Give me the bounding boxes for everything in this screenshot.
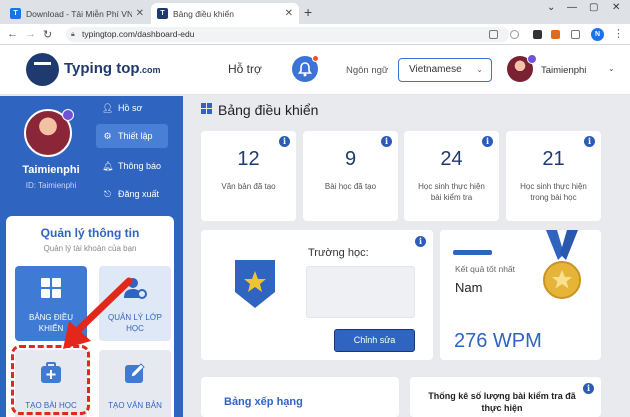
forward-icon[interactable]: →: [25, 28, 36, 40]
info-icon[interactable]: i: [279, 136, 290, 147]
stat-label: Học sinh thực hiện: [520, 182, 587, 191]
stat-value: 12: [237, 148, 260, 170]
logo-icon[interactable]: [26, 53, 59, 86]
user-avatar[interactable]: [507, 54, 537, 82]
site-favicon-icon: T: [10, 8, 21, 19]
gold-medal-icon: [543, 230, 581, 299]
edit-text-icon: [125, 363, 145, 383]
reload-icon[interactable]: ↻: [43, 28, 52, 41]
extension-icon[interactable]: [533, 30, 542, 39]
url-text: typingtop.com/dashboard-edu: [82, 29, 195, 39]
profile-id: ID: Taimienphi: [25, 181, 77, 190]
bell-icon: 🔔︎: [102, 160, 114, 171]
stat-label: Học sinh thực hiện: [418, 182, 485, 191]
tile-label: TẠO VĂN BẢN: [108, 401, 162, 410]
back-icon[interactable]: ←: [7, 28, 18, 40]
stat-label: Bài học đã tạo: [324, 182, 377, 191]
help-link[interactable]: Hỗ trợ: [228, 62, 262, 76]
sidebar-item-notifications[interactable]: 🔔︎ Thông báo: [96, 154, 168, 178]
management-title: Quản lý thông tin: [40, 226, 140, 240]
profile-avatar: [24, 109, 74, 157]
browser-tab-strip: T Download - Tải Miễn Phí VN - Ph ✕ T Bả…: [0, 0, 630, 24]
stat-value: 21: [542, 148, 565, 170]
minimize-icon[interactable]: —: [567, 2, 577, 13]
edit-school-button[interactable]: Chỉnh sửa: [334, 329, 415, 352]
tests-stats-title: Thống kê số lượng bài kiểm tra đã thực h…: [428, 391, 576, 413]
best-result-wpm: 276 WPM: [454, 330, 542, 352]
url-input[interactable]: 🔒︎ typingtop.com/dashboard-edu: [66, 27, 509, 42]
address-bar: ← → ↻ 🔒︎ typingtop.com/dashboard-edu N ⋮: [0, 24, 630, 45]
management-subtitle: Quản lý tài khoản của bạn: [43, 244, 137, 253]
stat-label: bài kiểm tra: [430, 193, 473, 202]
extension-icon[interactable]: [551, 30, 560, 39]
verified-badge-icon: [527, 54, 537, 64]
logo-text[interactable]: Typing top.com: [64, 60, 161, 77]
profile-name: Taimienphi: [22, 164, 80, 176]
logout-icon: ⎋: [103, 188, 112, 199]
dashboard-grid-icon: [201, 103, 212, 114]
best-result-name: Nam: [455, 280, 483, 295]
puzzle-icon[interactable]: [571, 30, 580, 39]
close-tab-icon[interactable]: ✕: [285, 8, 293, 19]
user-icon: 👤︎: [102, 102, 114, 113]
highlight-box: [11, 345, 90, 415]
sidebar-item-logout[interactable]: ⎋ Đăng xuất: [96, 182, 168, 206]
close-tab-icon[interactable]: ✕: [136, 8, 144, 19]
tile-create-text[interactable]: TẠO VĂN BẢN: [99, 350, 171, 417]
profile-card: Taimienphi ID: Taimienphi: [9, 99, 93, 211]
info-icon[interactable]: i: [381, 136, 392, 147]
stat-value: 24: [440, 148, 463, 170]
stat-card-test-students: i 24 Học sinh thực hiện bài kiểm tra: [404, 131, 499, 221]
maximize-icon[interactable]: ▢: [589, 2, 598, 13]
new-tab-icon[interactable]: +: [304, 4, 312, 20]
browser-tab-download[interactable]: T Download - Tải Miễn Phí VN - Ph ✕: [4, 3, 150, 24]
site-header: Typing top.com Hỗ trợ Ngôn ngữ Vietnames…: [0, 45, 630, 95]
bookmark-star-icon[interactable]: [510, 30, 519, 39]
lock-icon: 🔒︎: [71, 31, 75, 38]
best-result-label: Kết quả tốt nhất: [455, 264, 516, 274]
tab-title: Download - Tải Miễn Phí VN - Ph: [26, 8, 132, 19]
notification-bell-button[interactable]: [292, 55, 319, 82]
school-shield-icon: [235, 260, 275, 308]
sidebar-item-profile[interactable]: 👤︎ Hồ sơ: [96, 96, 168, 120]
page-title: Bảng điều khiển: [218, 102, 319, 118]
tab-search-icon[interactable]: ⌄: [547, 2, 555, 13]
browser-tab-dashboard[interactable]: T Bảng điều khiển ✕: [151, 3, 299, 24]
stat-value: 9: [344, 148, 357, 170]
notification-dot: [312, 55, 319, 62]
browser-menu-icon[interactable]: ⋮: [613, 27, 624, 40]
browser-profile-avatar[interactable]: N: [591, 28, 604, 41]
gear-icon: ⚙: [103, 130, 112, 141]
stat-card-lesson-students: i 21 Học sinh thực hiện trong bài học: [506, 131, 601, 221]
stat-label: trong bài học: [530, 193, 577, 202]
tab-title: Bảng điều khiển: [173, 8, 234, 19]
school-field[interactable]: [306, 266, 415, 318]
best-result-accent: [453, 250, 492, 255]
site-favicon-icon: T: [157, 8, 168, 19]
info-icon[interactable]: i: [584, 136, 595, 147]
ranking-title: Bảng xếp hạng: [224, 396, 303, 408]
stat-card-lessons: i 9 Bài học đã tạo: [303, 131, 398, 221]
stat-card-texts: i 12 Văn bản đã tạo: [201, 131, 296, 221]
info-icon[interactable]: i: [482, 136, 493, 147]
share-icon[interactable]: [489, 30, 498, 39]
chevron-down-icon[interactable]: ⌄: [608, 64, 615, 73]
language-select[interactable]: Vietnamese ⌄: [398, 58, 492, 82]
pointer-arrow-icon: [63, 277, 133, 349]
school-label: Trường học:: [308, 247, 369, 259]
user-name[interactable]: Taimienphi: [541, 65, 586, 76]
verified-badge-icon: [62, 109, 74, 121]
chevron-down-icon: ⌄: [476, 65, 483, 74]
close-window-icon[interactable]: ✕: [612, 2, 620, 13]
language-label: Ngôn ngữ: [346, 65, 389, 76]
info-icon[interactable]: i: [415, 236, 426, 247]
info-icon[interactable]: i: [583, 383, 594, 394]
stat-label: Văn bản đã tạo: [221, 182, 276, 191]
sidebar-item-settings[interactable]: ⚙ Thiết lập: [96, 124, 168, 148]
